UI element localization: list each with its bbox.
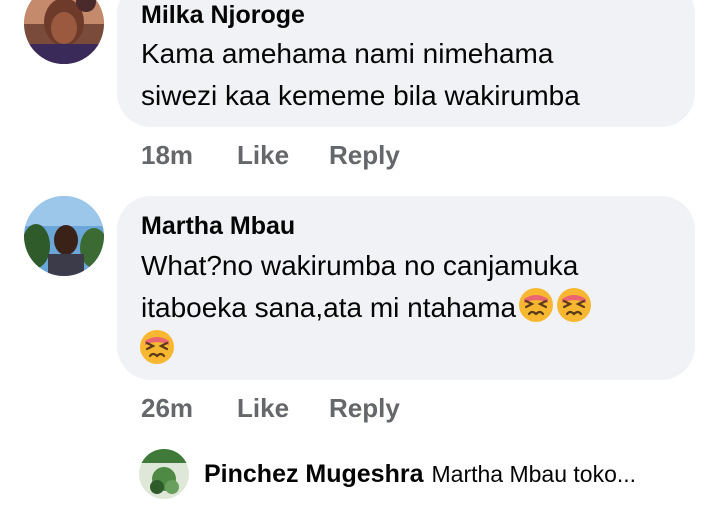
like-button[interactable]: Like xyxy=(237,393,289,423)
reply-text: Pinchez Mugeshra Martha Mbau toko... xyxy=(204,459,636,493)
comment-timestamp[interactable]: 18m xyxy=(141,140,193,170)
tired-face-emoji xyxy=(519,288,554,322)
comment-author[interactable]: Martha Mbau xyxy=(141,211,295,241)
like-button[interactable]: Like xyxy=(237,140,289,170)
avatar-image xyxy=(139,449,189,499)
tired-face-emoji xyxy=(557,288,592,322)
avatar-martha[interactable] xyxy=(24,196,104,276)
reply-button[interactable]: Reply xyxy=(329,140,400,170)
avatar-milka[interactable] xyxy=(24,0,104,64)
comment-timestamp[interactable]: 26m xyxy=(141,393,193,423)
avatar-image xyxy=(24,0,104,64)
comment-text-line-2-row: itaboeka sana,ata mi ntahama xyxy=(141,287,592,329)
reply-author[interactable]: Pinchez Mugeshra xyxy=(204,460,424,488)
comment-text-line-1: Kama amehama nami nimehama xyxy=(141,38,554,69)
comment-author[interactable]: Milka Njoroge xyxy=(141,0,305,30)
reply-preview-text[interactable]: Martha Mbau toko... xyxy=(432,461,637,487)
comment-text-line-2: siwezi kaa kememe bila wakirumba xyxy=(141,80,580,111)
tired-face-emoji xyxy=(140,330,174,364)
comment-text-line-3-row xyxy=(139,329,175,371)
avatar-pinchez[interactable] xyxy=(139,449,189,499)
comment-text-line-1: What?no wakirumba no canjamuka xyxy=(141,250,579,281)
comment-text-line-2: itaboeka sana,ata mi ntahama xyxy=(141,292,517,323)
avatar-image xyxy=(24,196,104,276)
reply-button[interactable]: Reply xyxy=(329,393,400,423)
